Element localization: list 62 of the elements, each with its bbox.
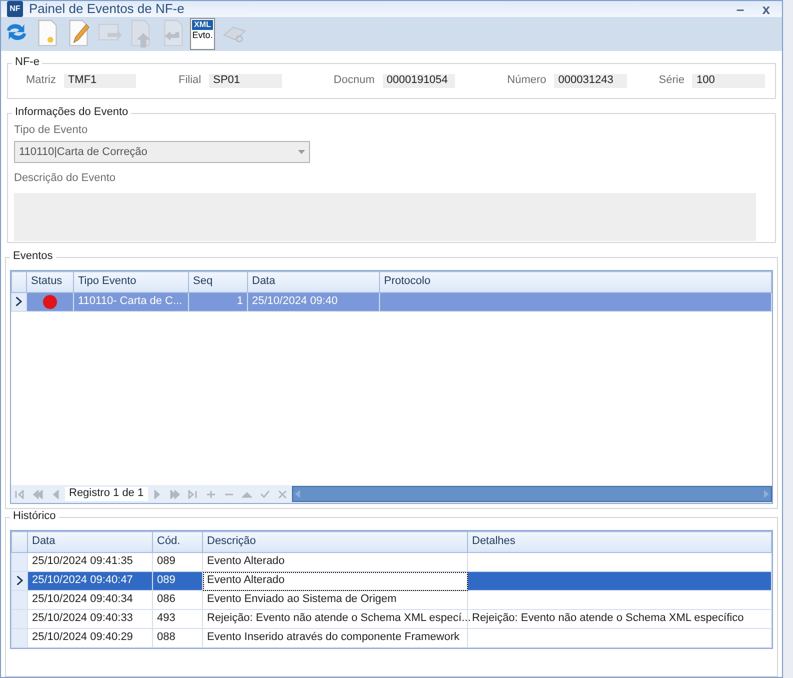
event-type-dropdown[interactable]: 110110|Carta de Correção (14, 141, 310, 164)
column-header[interactable]: Tipo Evento (74, 272, 188, 292)
field-value: 100 (692, 74, 766, 88)
horizontal-scrollbar[interactable] (292, 486, 772, 502)
next-record-icon[interactable] (152, 490, 162, 498)
cancel-icon[interactable] (278, 490, 288, 498)
description-field[interactable] (14, 193, 756, 242)
table-cell: 25/10/2024 09:40 (248, 292, 380, 312)
field-value: 0000191054 (382, 74, 456, 88)
table-cell: 25/10/2024 09:40:29 (28, 628, 152, 648)
previous-record-icon[interactable] (51, 490, 61, 498)
column-header[interactable]: Detalhes (468, 532, 772, 552)
field-label: Série (658, 74, 684, 88)
column-header[interactable]: Cód. (152, 532, 202, 552)
field-value: SP01 (209, 74, 282, 88)
first-record-icon[interactable] (15, 490, 25, 498)
field-label: Filial (178, 74, 202, 88)
column-header[interactable]: Seq (188, 272, 248, 292)
add-icon[interactable] (206, 490, 216, 498)
table-cell: 086 (152, 590, 202, 610)
minimize-button[interactable]: – (730, 2, 750, 16)
next-page-icon[interactable] (170, 490, 180, 498)
record-counter: Registro 1 de 1 (65, 487, 148, 501)
column-header[interactable]: Data (248, 272, 380, 292)
table-cell: 25/10/2024 09:40:33 (28, 610, 152, 628)
column-header[interactable]: Status (26, 272, 74, 292)
up-icon[interactable] (242, 490, 252, 498)
table-cell: 089 (152, 572, 202, 590)
row-indicator-icon (16, 576, 22, 585)
table-cell: 493 (152, 610, 202, 628)
field-label: Docnum (334, 74, 375, 88)
table-cell: Evento Inserido através do componente Framework (202, 628, 468, 648)
table-cell: Evento Enviado ao Sistema de Origem (202, 590, 468, 610)
table-cell: Evento Alterado (202, 572, 468, 590)
table-cell: 25/10/2024 09:40:47 (28, 572, 152, 590)
window-title: Painel de Eventos de NF-e (29, 1, 186, 17)
table-cell: 088 (152, 628, 202, 648)
last-record-icon[interactable] (188, 490, 198, 498)
field-label: Descrição do Evento (14, 172, 116, 186)
column-header[interactable]: Data (28, 532, 152, 552)
field-value: 000031243 (554, 74, 627, 88)
check-icon[interactable] (260, 490, 270, 498)
scroll-right-icon[interactable] (764, 490, 769, 498)
table-cell: Rejeição: Evento não atende o Schema XML especí... (202, 610, 468, 628)
close-button[interactable]: x (756, 2, 776, 16)
table-cell: 110110- Carta de C... (74, 292, 188, 312)
previous-page-icon[interactable] (33, 490, 43, 498)
section-title: Informações do Evento (12, 106, 132, 120)
table-cell: 25/10/2024 09:40:34 (28, 590, 152, 610)
field-label: Matriz (26, 74, 56, 88)
table-cell: 1 (188, 292, 248, 312)
column-header[interactable]: Protocolo (380, 272, 772, 292)
field-label: Número (507, 74, 546, 88)
row-indicator-icon (16, 297, 22, 306)
field-label: Tipo de Evento (14, 124, 89, 138)
field-value: TMF1 (64, 74, 136, 88)
xml-event-button[interactable]: XML Evto. (190, 18, 215, 50)
scroll-left-icon[interactable] (294, 490, 300, 498)
caret-icon (298, 150, 305, 154)
table-cell: Evento Alterado (202, 552, 468, 572)
column-header[interactable]: Descrição (202, 532, 468, 552)
app-logo-icon: NF (7, 1, 23, 17)
